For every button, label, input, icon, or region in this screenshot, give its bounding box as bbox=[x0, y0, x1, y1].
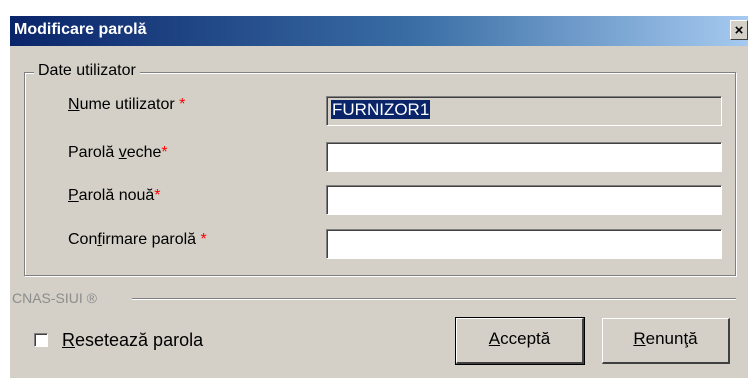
new-password-field[interactable] bbox=[326, 185, 722, 215]
group-legend: Date utilizator bbox=[34, 62, 140, 80]
old-password-label: Parolă veche* bbox=[68, 144, 168, 161]
username-label: Nume utilizator * bbox=[68, 96, 186, 113]
cancel-button[interactable]: Renunţă bbox=[602, 318, 730, 364]
brand-label: CNAS-SIUI ® bbox=[12, 290, 97, 306]
dialog-title: Modificare parolă bbox=[14, 21, 147, 38]
new-password-label: Parolă nouă* bbox=[68, 187, 161, 204]
required-marker: * bbox=[161, 144, 168, 161]
required-marker: * bbox=[154, 187, 161, 204]
required-marker: * bbox=[179, 96, 186, 113]
confirm-password-label: Confirmare parolă * bbox=[68, 231, 207, 248]
password-dialog: Modificare parolă × Date utilizator Nume… bbox=[0, 0, 748, 378]
confirm-password-field[interactable] bbox=[326, 229, 722, 259]
old-password-field[interactable] bbox=[326, 142, 722, 172]
accept-button[interactable]: Acceptă bbox=[455, 317, 585, 365]
title-bar[interactable]: Modificare parolă × bbox=[10, 16, 748, 46]
footer-divider bbox=[132, 298, 736, 300]
reset-password-label[interactable]: Resetează parola bbox=[62, 330, 203, 351]
close-icon: × bbox=[734, 22, 744, 39]
username-field[interactable]: FURNIZOR1 bbox=[326, 96, 722, 126]
required-marker: * bbox=[200, 231, 207, 248]
username-value: FURNIZOR1 bbox=[331, 100, 431, 119]
reset-password-checkbox[interactable] bbox=[34, 333, 48, 347]
close-button[interactable]: × bbox=[730, 20, 748, 40]
